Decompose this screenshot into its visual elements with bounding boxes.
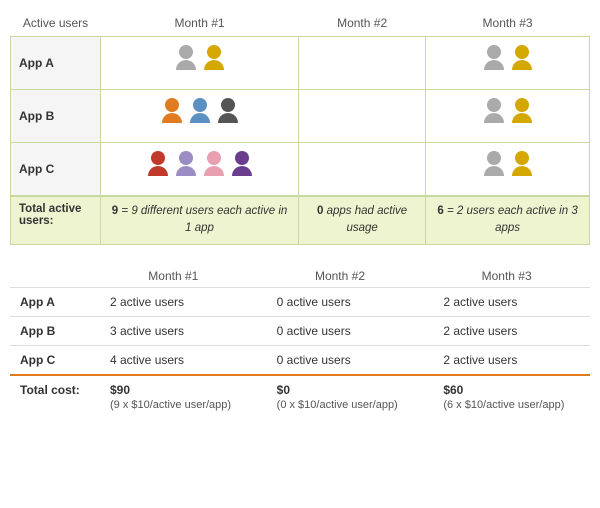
cost-detail-month1: (9 x $10/active user/app): [110, 399, 231, 411]
app-b-label: App B: [11, 90, 101, 143]
user-icon: 1: [484, 98, 504, 134]
user-icon: 7: [176, 151, 196, 187]
cost-total-label: Total cost:: [10, 375, 90, 418]
user-icon: 6: [148, 151, 168, 187]
user-icon: 8: [204, 151, 224, 187]
cost-total-month1: $90 (9 x $10/active user/app): [90, 375, 257, 418]
user-icon: 2: [512, 98, 532, 134]
app-b-month2: [299, 90, 426, 143]
col-header-month3: Month #3: [426, 10, 590, 37]
app-c-month3: 1 2: [426, 143, 590, 197]
user-icon: 9: [232, 151, 252, 187]
cost-app-b-month3: 2 active users: [423, 316, 590, 345]
cost-app-c-label: App C: [10, 345, 90, 375]
col-header-month2: Month #2: [299, 10, 426, 37]
cost-table: Month #1 Month #2 Month #3 App A 2 activ…: [10, 265, 590, 418]
user-icon: 1: [176, 45, 196, 81]
user-icon: 4: [190, 98, 210, 134]
user-icon: 2: [204, 45, 224, 81]
app-a-label: App A: [11, 37, 101, 90]
table-row: App B 3 4 5: [11, 90, 590, 143]
cost-amount-month2: $0: [277, 383, 290, 397]
cost-app-a-month3: 2 active users: [423, 287, 590, 316]
cost-app-a-label: App A: [10, 287, 90, 316]
user-icon: 2: [512, 45, 532, 81]
app-a-month3: 1 2: [426, 37, 590, 90]
cost-app-b-month1: 3 active users: [90, 316, 257, 345]
app-b-month1: 3 4 5: [101, 90, 299, 143]
cost-app-b-month2: 0 active users: [257, 316, 424, 345]
total-month2: 0 apps had active usage: [299, 196, 426, 244]
col-header-month1: Month #1: [101, 10, 299, 37]
cost-app-a-month2: 0 active users: [257, 287, 424, 316]
cost-row-app-b: App B 3 active users 0 active users 2 ac…: [10, 316, 590, 345]
total-month1: 9 = 9 different users each active in 1 a…: [101, 196, 299, 244]
cost-row-app-c: App C 4 active users 0 active users 2 ac…: [10, 345, 590, 375]
user-icon: 1: [484, 151, 504, 187]
cost-app-c-month2: 0 active users: [257, 345, 424, 375]
app-a-month2: [299, 37, 426, 90]
total-month3: 6 = 2 users each active in 3 apps: [426, 196, 590, 244]
user-icon: 3: [162, 98, 182, 134]
total-label: Total active users:: [11, 196, 101, 244]
app-c-month2: [299, 143, 426, 197]
app-a-month1: 1 2: [101, 37, 299, 90]
table-row: App A 1 2 1: [11, 37, 590, 90]
col-header-label: Active users: [11, 10, 101, 37]
cost-detail-month2: (0 x $10/active user/app): [277, 399, 398, 411]
cost-total-month3: $60 (6 x $10/active user/app): [423, 375, 590, 418]
cost-amount-month3: $60: [443, 383, 463, 397]
app-b-month3: 1 2: [426, 90, 590, 143]
app-c-label: App C: [11, 143, 101, 197]
user-icon: 2: [512, 151, 532, 187]
cost-app-c-month1: 4 active users: [90, 345, 257, 375]
cost-total-month2: $0 (0 x $10/active user/app): [257, 375, 424, 418]
table-row: App C 6 7 8: [11, 143, 590, 197]
active-users-table: Active users Month #1 Month #2 Month #3 …: [10, 10, 590, 245]
total-row: Total active users: 9 = 9 different user…: [11, 196, 590, 244]
user-icon: 5: [218, 98, 238, 134]
cost-col-header-month2: Month #2: [257, 265, 424, 288]
cost-row-app-a: App A 2 active users 0 active users 2 ac…: [10, 287, 590, 316]
cost-app-b-label: App B: [10, 316, 90, 345]
cost-app-a-month1: 2 active users: [90, 287, 257, 316]
app-c-month1: 6 7 8 9: [101, 143, 299, 197]
cost-amount-month1: $90: [110, 383, 130, 397]
cost-detail-month3: (6 x $10/active user/app): [443, 399, 564, 411]
cost-col-header-label: [10, 265, 90, 288]
cost-total-row: Total cost: $90 (9 x $10/active user/app…: [10, 375, 590, 418]
cost-col-header-month3: Month #3: [423, 265, 590, 288]
user-icon: 1: [484, 45, 504, 81]
cost-col-header-month1: Month #1: [90, 265, 257, 288]
cost-app-c-month3: 2 active users: [423, 345, 590, 375]
